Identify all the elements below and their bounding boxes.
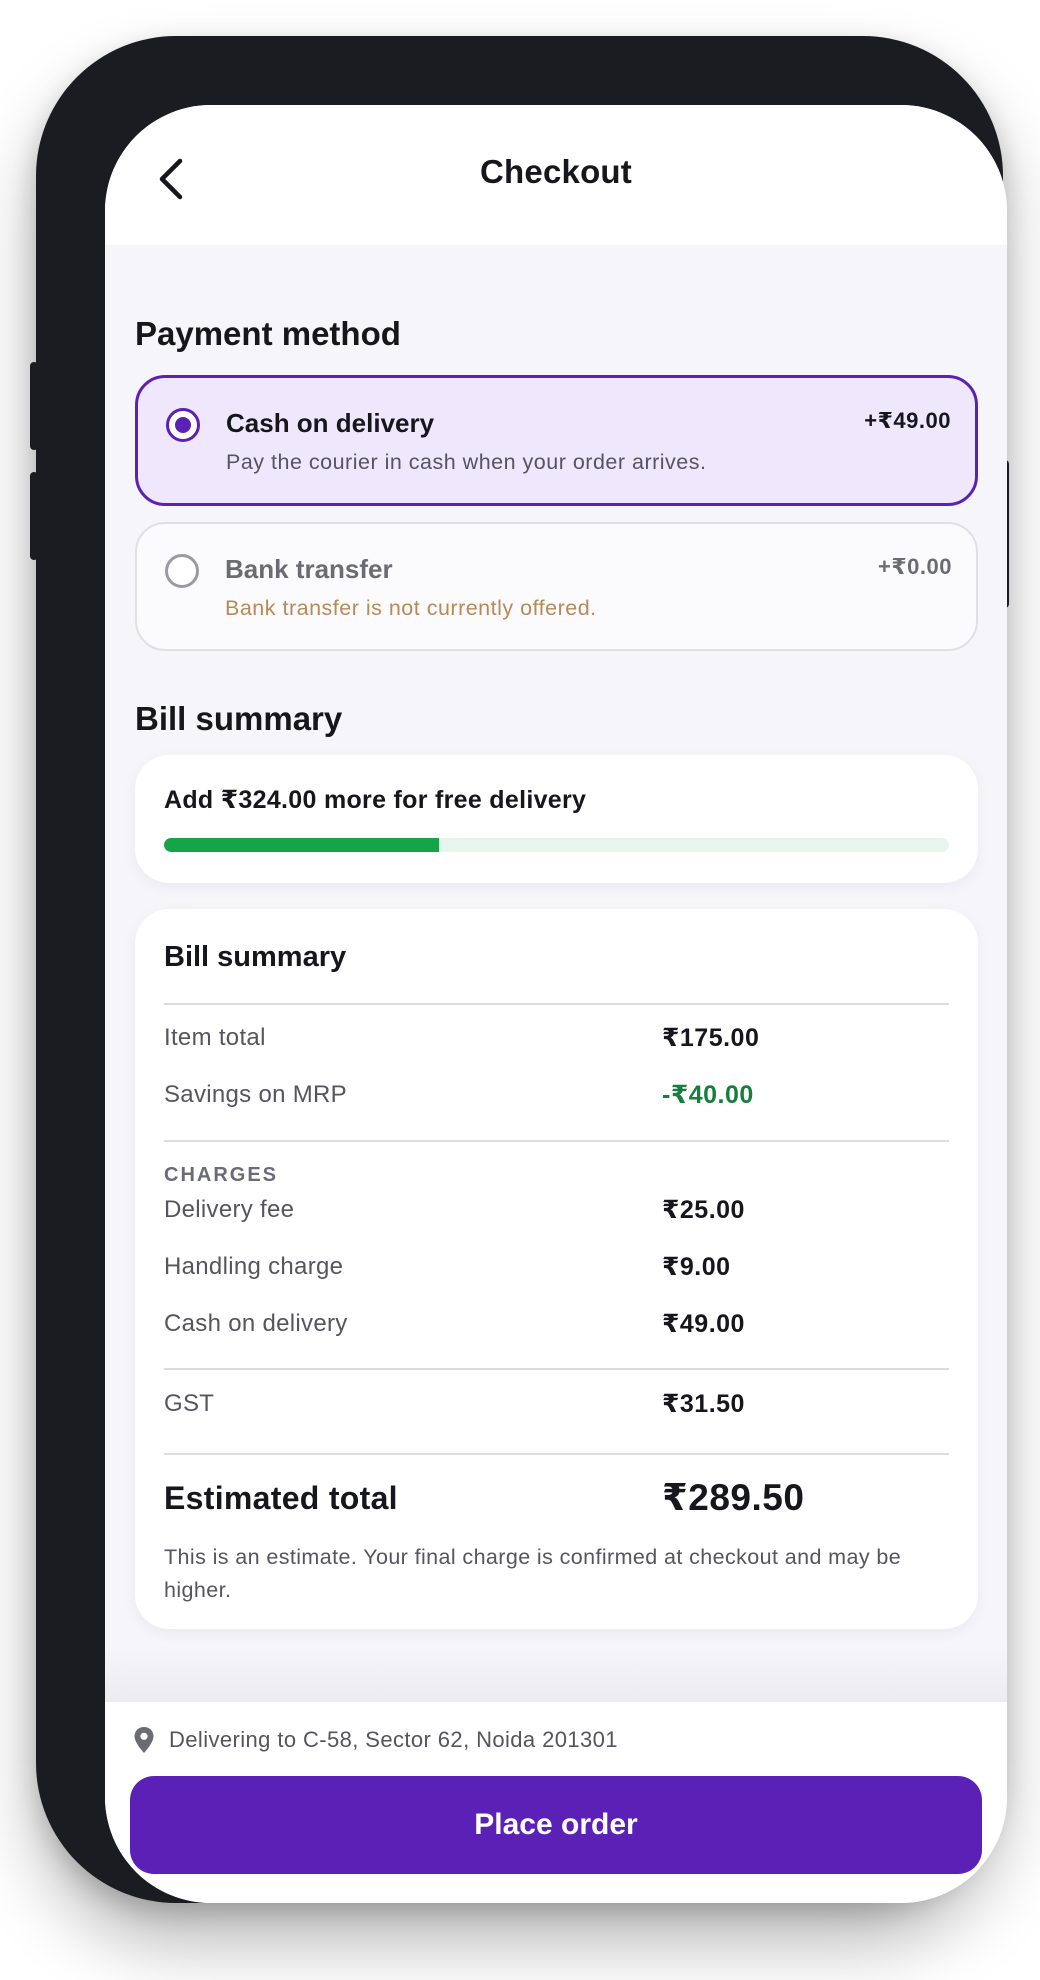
charges-heading: CHARGES: [164, 1164, 279, 1186]
radio-unselected: [165, 554, 199, 588]
app-screen: Checkout Payment method Cash on delivery…: [105, 105, 1007, 1903]
divider: [164, 1003, 949, 1005]
delivery-fee-label: Delivery fee: [164, 1196, 295, 1223]
payment-option-name: Bank transfer: [225, 554, 393, 584]
estimate-disclaimer: This is an estimate. Your final charge i…: [164, 1545, 902, 1602]
place-order-button[interactable]: Place order: [130, 1776, 982, 1874]
payment-option-unavailable-note: Bank transfer is not currently offered.: [225, 596, 597, 620]
savings-value: -₹40.00: [662, 1081, 754, 1109]
item-total-label: Item total: [164, 1024, 266, 1051]
free-delivery-card: Add ₹324.00 more for free delivery: [135, 755, 978, 883]
delivery-address-text: Delivering to C-58, Sector 62, Noida 201…: [169, 1727, 618, 1752]
payment-option-price: +₹0.00: [878, 554, 952, 579]
page-title: Checkout: [480, 153, 632, 190]
estimated-total-label: Estimated total: [164, 1480, 398, 1516]
payment-option-bank-transfer: Bank transfer Bank transfer is not curre…: [135, 522, 978, 651]
payment-option-cash-on-delivery[interactable]: Cash on delivery Pay the courier in cash…: [135, 375, 978, 506]
gst-label: GST: [164, 1390, 215, 1417]
handling-charge-label: Handling charge: [164, 1253, 344, 1280]
gst-value: ₹31.50: [662, 1390, 745, 1418]
divider: [164, 1368, 949, 1370]
volume-down-button: [30, 472, 38, 560]
handling-charge-value: ₹9.00: [662, 1253, 731, 1281]
payment-option-price: +₹49.00: [864, 408, 951, 433]
free-delivery-message: Add ₹324.00 more for free delivery: [164, 786, 587, 814]
divider: [164, 1453, 949, 1455]
divider: [164, 1140, 949, 1142]
bill-summary-heading: Bill summary: [135, 700, 343, 737]
radio-selected[interactable]: [166, 408, 200, 442]
volume-up-button: [30, 362, 38, 450]
scroll-fade: [105, 1645, 1007, 1705]
bill-summary-title: Bill summary: [164, 941, 347, 973]
payment-method-heading: Payment method: [135, 315, 401, 352]
cash-on-delivery-label: Cash on delivery: [164, 1310, 348, 1337]
bottom-bar: Delivering to C-58, Sector 62, Noida 201…: [105, 1702, 1007, 1903]
location-pin-icon: [134, 1727, 154, 1753]
free-delivery-progress-fill: [164, 838, 439, 852]
top-bar: Checkout: [105, 105, 1007, 245]
item-total-value: ₹175.00: [662, 1024, 760, 1052]
delivery-fee-value: ₹25.00: [662, 1196, 745, 1224]
savings-label: Savings on MRP: [164, 1081, 347, 1108]
payment-option-name: Cash on delivery: [226, 408, 435, 438]
phone-frame: Checkout Payment method Cash on delivery…: [30, 36, 1009, 1903]
bill-summary-card: Bill summary Item total ₹175.00 Savings …: [135, 909, 978, 1629]
free-delivery-progress-track: [164, 838, 949, 852]
payment-option-description: Pay the courier in cash when your order …: [226, 450, 707, 474]
cash-on-delivery-value: ₹49.00: [662, 1310, 745, 1338]
delivery-address: Delivering to C-58, Sector 62, Noida 201…: [133, 1726, 618, 1754]
estimated-total-value: ₹289.50: [662, 1477, 805, 1518]
